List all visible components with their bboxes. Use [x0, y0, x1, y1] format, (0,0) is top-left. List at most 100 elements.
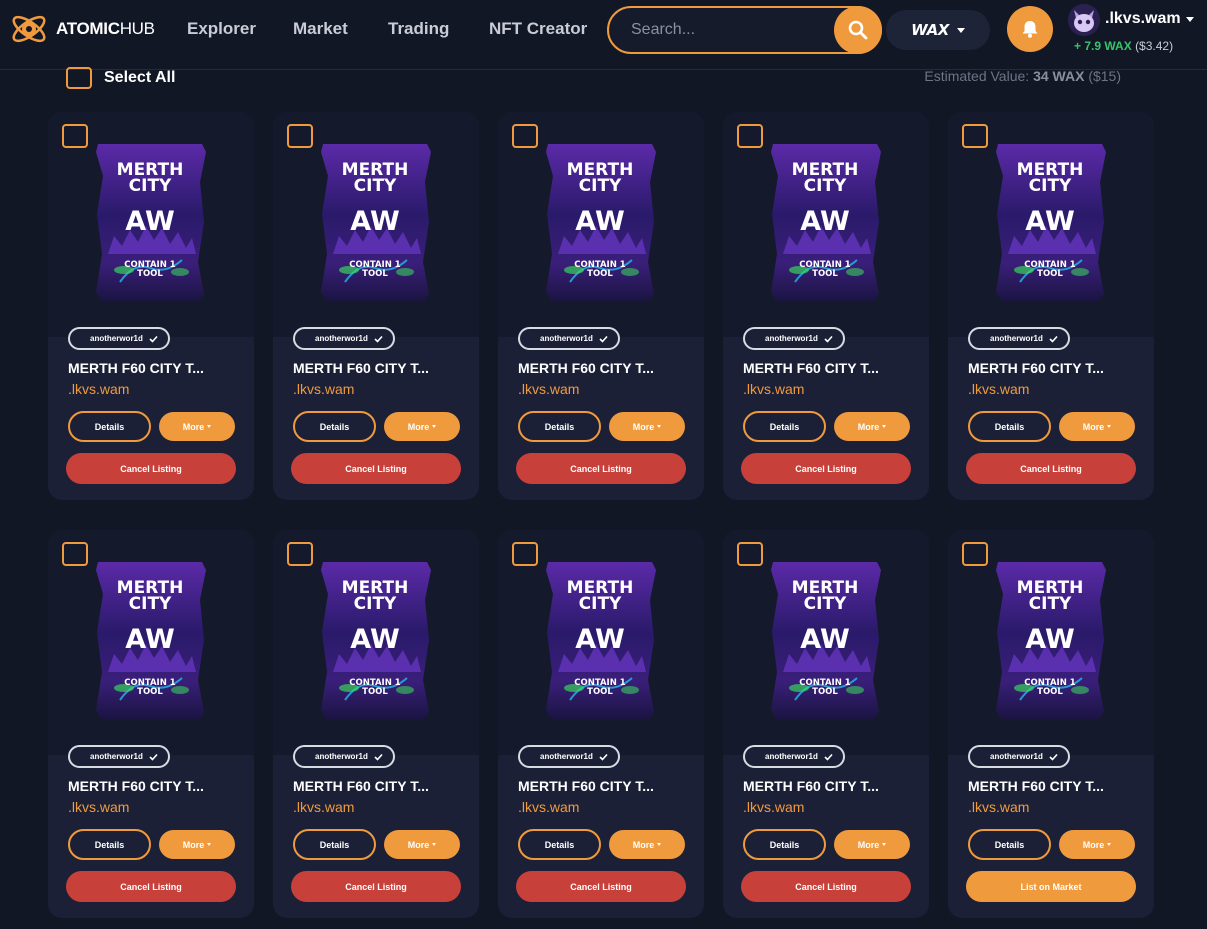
- nft-card[interactable]: MERTH CITY AW CONTAIN 1 TOOL anotherwor1…: [948, 112, 1154, 500]
- collection-badge[interactable]: anotherwor1d: [518, 327, 620, 350]
- more-button[interactable]: More: [1059, 412, 1135, 441]
- card-image-area[interactable]: MERTH CITY AW CONTAIN 1 TOOL: [48, 530, 254, 755]
- nft-card[interactable]: MERTH CITY AW CONTAIN 1 TOOL anotherwor1…: [723, 112, 929, 500]
- nft-card[interactable]: MERTH CITY AW CONTAIN 1 TOOL anotherwor1…: [48, 112, 254, 500]
- user-menu[interactable]: .lkvs.wam: [1105, 10, 1194, 28]
- card-title[interactable]: MERTH F60 CITY T...: [968, 778, 1104, 794]
- card-image-area[interactable]: MERTH CITY AW CONTAIN 1 TOOL: [948, 112, 1154, 337]
- search-button[interactable]: [834, 6, 882, 54]
- card-image-area[interactable]: MERTH CITY AW CONTAIN 1 TOOL: [273, 112, 479, 337]
- card-select-checkbox[interactable]: [962, 124, 988, 148]
- nft-card[interactable]: MERTH CITY AW CONTAIN 1 TOOL anotherwor1…: [273, 530, 479, 918]
- card-title[interactable]: MERTH F60 CITY T...: [743, 360, 879, 376]
- card-owner[interactable]: .lkvs.wam: [968, 381, 1029, 397]
- card-owner[interactable]: .lkvs.wam: [293, 799, 354, 815]
- card-title[interactable]: MERTH F60 CITY T...: [518, 360, 654, 376]
- details-button[interactable]: Details: [968, 411, 1051, 442]
- details-button[interactable]: Details: [68, 829, 151, 860]
- collection-badge[interactable]: anotherwor1d: [293, 745, 395, 768]
- details-button[interactable]: Details: [968, 829, 1051, 860]
- cancel-listing-button[interactable]: Cancel Listing: [516, 453, 686, 484]
- card-owner[interactable]: .lkvs.wam: [293, 381, 354, 397]
- search-input[interactable]: [631, 18, 831, 42]
- card-select-checkbox[interactable]: [962, 542, 988, 566]
- card-select-checkbox[interactable]: [512, 124, 538, 148]
- brand-logo[interactable]: ATOMICHUB: [8, 8, 155, 50]
- card-image-area[interactable]: MERTH CITY AW CONTAIN 1 TOOL: [48, 112, 254, 337]
- card-owner[interactable]: .lkvs.wam: [743, 381, 804, 397]
- nft-card[interactable]: MERTH CITY AW CONTAIN 1 TOOL anotherwor1…: [48, 530, 254, 918]
- more-button[interactable]: More: [834, 830, 910, 859]
- card-title[interactable]: MERTH F60 CITY T...: [518, 778, 654, 794]
- details-button[interactable]: Details: [293, 411, 376, 442]
- card-select-checkbox[interactable]: [287, 124, 313, 148]
- nav-explorer[interactable]: Explorer: [187, 19, 256, 39]
- nav-market[interactable]: Market: [293, 19, 348, 39]
- more-button[interactable]: More: [609, 830, 685, 859]
- card-owner[interactable]: .lkvs.wam: [68, 381, 129, 397]
- nft-card[interactable]: MERTH CITY AW CONTAIN 1 TOOL anotherwor1…: [498, 530, 704, 918]
- nft-card[interactable]: MERTH CITY AW CONTAIN 1 TOOL anotherwor1…: [273, 112, 479, 500]
- card-select-checkbox[interactable]: [512, 542, 538, 566]
- card-image-area[interactable]: MERTH CITY AW CONTAIN 1 TOOL: [498, 530, 704, 755]
- cancel-listing-button[interactable]: Cancel Listing: [741, 453, 911, 484]
- card-title[interactable]: MERTH F60 CITY T...: [293, 360, 429, 376]
- cancel-listing-button[interactable]: Cancel Listing: [66, 453, 236, 484]
- more-button[interactable]: More: [159, 412, 235, 441]
- details-button[interactable]: Details: [518, 829, 601, 860]
- details-button[interactable]: Details: [743, 829, 826, 860]
- collection-badge[interactable]: anotherwor1d: [518, 745, 620, 768]
- select-all-checkbox[interactable]: [66, 67, 92, 89]
- more-button[interactable]: More: [609, 412, 685, 441]
- card-select-checkbox[interactable]: [62, 124, 88, 148]
- avatar[interactable]: [1068, 4, 1100, 36]
- card-owner[interactable]: .lkvs.wam: [743, 799, 804, 815]
- network-selector[interactable]: WAX: [886, 10, 990, 50]
- nav-nft-creator[interactable]: NFT Creator: [489, 19, 587, 39]
- cancel-listing-button[interactable]: Cancel Listing: [741, 871, 911, 902]
- card-owner[interactable]: .lkvs.wam: [518, 799, 579, 815]
- cancel-listing-button[interactable]: Cancel Listing: [66, 871, 236, 902]
- nft-card[interactable]: MERTH CITY AW CONTAIN 1 TOOL anotherwor1…: [948, 530, 1154, 918]
- card-select-checkbox[interactable]: [737, 542, 763, 566]
- card-owner[interactable]: .lkvs.wam: [968, 799, 1029, 815]
- collection-badge[interactable]: anotherwor1d: [68, 327, 170, 350]
- collection-badge[interactable]: anotherwor1d: [743, 327, 845, 350]
- nft-card[interactable]: MERTH CITY AW CONTAIN 1 TOOL anotherwor1…: [498, 112, 704, 500]
- cancel-listing-button[interactable]: Cancel Listing: [291, 871, 461, 902]
- more-button[interactable]: More: [384, 830, 460, 859]
- card-select-checkbox[interactable]: [62, 542, 88, 566]
- list-on-market-button[interactable]: List on Market: [966, 871, 1136, 902]
- details-button[interactable]: Details: [518, 411, 601, 442]
- card-title[interactable]: MERTH F60 CITY T...: [68, 778, 204, 794]
- collection-badge[interactable]: anotherwor1d: [293, 327, 395, 350]
- collection-badge[interactable]: anotherwor1d: [68, 745, 170, 768]
- card-select-checkbox[interactable]: [287, 542, 313, 566]
- details-button[interactable]: Details: [743, 411, 826, 442]
- cancel-listing-button[interactable]: Cancel Listing: [291, 453, 461, 484]
- cancel-listing-button[interactable]: Cancel Listing: [516, 871, 686, 902]
- nft-card[interactable]: MERTH CITY AW CONTAIN 1 TOOL anotherwor1…: [723, 530, 929, 918]
- card-image-area[interactable]: MERTH CITY AW CONTAIN 1 TOOL: [498, 112, 704, 337]
- card-title[interactable]: MERTH F60 CITY T...: [293, 778, 429, 794]
- card-image-area[interactable]: MERTH CITY AW CONTAIN 1 TOOL: [723, 112, 929, 337]
- more-button[interactable]: More: [834, 412, 910, 441]
- card-owner[interactable]: .lkvs.wam: [518, 381, 579, 397]
- select-all[interactable]: Select All: [66, 67, 175, 89]
- collection-badge[interactable]: anotherwor1d: [968, 745, 1070, 768]
- card-title[interactable]: MERTH F60 CITY T...: [743, 778, 879, 794]
- more-button[interactable]: More: [159, 830, 235, 859]
- card-image-area[interactable]: MERTH CITY AW CONTAIN 1 TOOL: [273, 530, 479, 755]
- details-button[interactable]: Details: [293, 829, 376, 860]
- more-button[interactable]: More: [384, 412, 460, 441]
- card-select-checkbox[interactable]: [737, 124, 763, 148]
- card-title[interactable]: MERTH F60 CITY T...: [68, 360, 204, 376]
- notifications-button[interactable]: [1007, 6, 1053, 52]
- card-image-area[interactable]: MERTH CITY AW CONTAIN 1 TOOL: [723, 530, 929, 755]
- collection-badge[interactable]: anotherwor1d: [743, 745, 845, 768]
- card-image-area[interactable]: MERTH CITY AW CONTAIN 1 TOOL: [948, 530, 1154, 755]
- card-title[interactable]: MERTH F60 CITY T...: [968, 360, 1104, 376]
- cancel-listing-button[interactable]: Cancel Listing: [966, 453, 1136, 484]
- more-button[interactable]: More: [1059, 830, 1135, 859]
- details-button[interactable]: Details: [68, 411, 151, 442]
